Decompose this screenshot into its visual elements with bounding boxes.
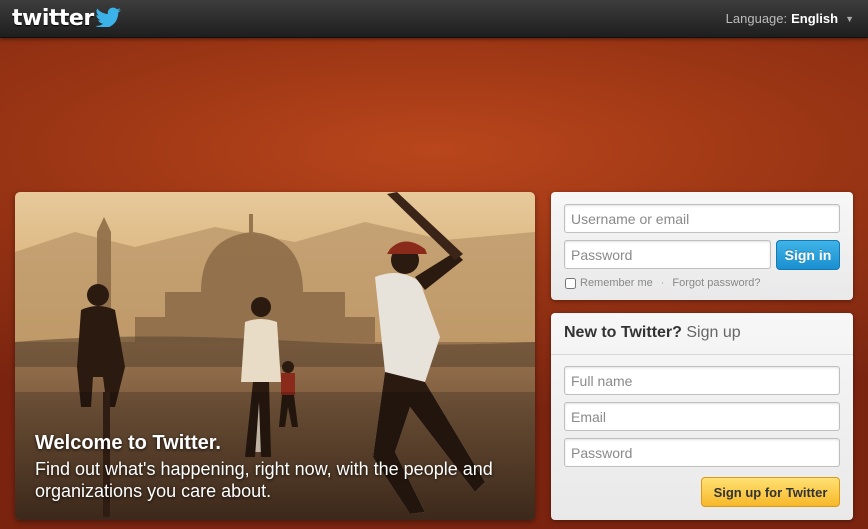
caret-down-icon: ▼ [845, 13, 854, 24]
forgot-password-link[interactable]: Forgot password? [672, 277, 760, 289]
logo-text: twitter [12, 5, 94, 31]
language-value: English [791, 11, 839, 26]
signin-panel: Sign in Remember me · Forgot password? [551, 192, 853, 300]
bird-icon [95, 7, 121, 27]
remember-label[interactable]: Remember me [580, 277, 653, 289]
signup-heading-bold: New to Twitter? [564, 324, 682, 341]
top-bar: twitter Language: English ▼ [0, 0, 868, 38]
hero-title: Welcome to Twitter. [35, 432, 221, 454]
hero-banner: Welcome to Twitter. Find out what's happ… [15, 192, 535, 520]
signup-panel: New to Twitter? Sign up Sign up for Twit… [551, 313, 853, 520]
password-input[interactable] [564, 240, 771, 269]
signup-heading-text: Sign up [686, 324, 741, 341]
twitter-logo[interactable]: twitter [12, 5, 122, 31]
language-label: Language: [725, 11, 788, 26]
fullname-input[interactable] [564, 366, 840, 395]
remember-row: Remember me · Forgot password? [565, 277, 760, 289]
signup-button[interactable]: Sign up for Twitter [701, 477, 840, 507]
language-selector[interactable]: Language: English ▼ [726, 11, 854, 26]
separator-dot: · [660, 277, 665, 289]
signin-button[interactable]: Sign in [776, 240, 840, 270]
email-input[interactable] [564, 402, 840, 431]
signup-password-input[interactable] [564, 438, 840, 467]
username-input[interactable] [564, 204, 840, 233]
remember-checkbox[interactable] [565, 277, 576, 289]
hero-subtitle: Find out what's happening, right now, wi… [35, 459, 493, 501]
signup-heading: New to Twitter? Sign up [551, 313, 853, 355]
hero-text: Welcome to Twitter. Find out what's happ… [35, 432, 505, 502]
